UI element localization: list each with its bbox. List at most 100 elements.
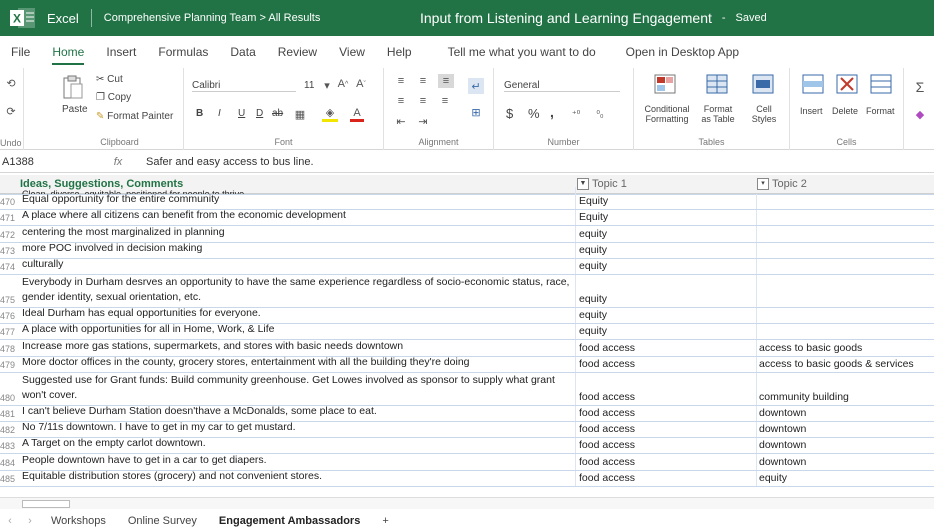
- format-cells-icon[interactable]: [870, 74, 892, 94]
- cell-topic-1[interactable]: equity: [577, 242, 757, 258]
- insert-cells-icon[interactable]: [802, 74, 824, 94]
- cell-topic-1[interactable]: Equity: [577, 194, 757, 210]
- copy-button[interactable]: ❐ Copy: [96, 92, 131, 103]
- fill-color-icon[interactable]: ◈: [322, 106, 338, 122]
- row-number[interactable]: 472: [0, 226, 19, 241]
- undo-icon[interactable]: ⟲: [2, 74, 20, 92]
- paste-button[interactable]: Paste: [62, 104, 88, 115]
- cell-comment[interactable]: Equal opportunity for the entire communi…: [20, 194, 576, 210]
- cell-topic-1[interactable]: food access: [577, 454, 757, 470]
- cell-topic-2[interactable]: [757, 243, 934, 258]
- cut-button[interactable]: ✂ Cut: [96, 74, 123, 85]
- tab-help[interactable]: Help: [376, 38, 423, 66]
- format-as-table-button[interactable]: Format as Table: [696, 104, 740, 124]
- cell-comment[interactable]: No 7/11s downtown. I have to get in my c…: [20, 422, 576, 438]
- merge-center-icon[interactable]: ⊞: [468, 104, 484, 120]
- cell-topic-2[interactable]: [757, 259, 934, 274]
- row-number[interactable]: 479: [0, 357, 19, 372]
- cell-topic-1[interactable]: equity: [577, 275, 757, 307]
- cell-topic-2[interactable]: [757, 324, 934, 339]
- row-number[interactable]: 471: [0, 210, 19, 225]
- row-number[interactable]: 484: [0, 454, 19, 469]
- cell-topic-2[interactable]: downtown: [757, 438, 934, 453]
- number-format-select[interactable]: General: [504, 80, 620, 92]
- cell-comment[interactable]: Everybody in Durham desrves an opportuni…: [20, 275, 576, 307]
- scrollbar-thumb[interactable]: [22, 500, 70, 508]
- underline-button[interactable]: U: [238, 108, 245, 119]
- increase-indent-icon[interactable]: ⇥: [416, 114, 430, 128]
- tab-data[interactable]: Data: [219, 38, 266, 66]
- cell-comment[interactable]: Suggested use for Grant funds: Build com…: [20, 372, 576, 405]
- cell-topic-1[interactable]: food access: [577, 470, 757, 486]
- row-number[interactable]: 473: [0, 243, 19, 258]
- cell-topic-1[interactable]: equity: [577, 258, 757, 274]
- shrink-font-icon[interactable]: Aˇ: [354, 76, 368, 92]
- currency-button[interactable]: $: [506, 106, 513, 121]
- row-number[interactable]: 480: [0, 373, 19, 405]
- cell-topic-2[interactable]: equity: [757, 471, 934, 486]
- cell-comment[interactable]: Ideal Durham has equal opportunities for…: [20, 308, 576, 324]
- tab-home[interactable]: Home: [41, 38, 95, 66]
- cell-comment[interactable]: Increase more gas stations, supermarkets…: [20, 340, 576, 356]
- horizontal-scrollbar[interactable]: [0, 497, 934, 509]
- cell-topic-2[interactable]: community building: [757, 373, 934, 405]
- increase-decimal-icon[interactable]: ⁺⁰: [568, 106, 584, 122]
- conditional-formatting-icon[interactable]: [654, 74, 676, 94]
- cell-styles-button[interactable]: Cell Styles: [746, 104, 782, 124]
- tab-insert[interactable]: Insert: [95, 38, 147, 66]
- font-family-select[interactable]: Calibri: [192, 80, 296, 92]
- format-painter-button[interactable]: ✎ Format Painter: [96, 111, 173, 122]
- autosum-icon[interactable]: Σ: [912, 78, 928, 96]
- insert-cells-button[interactable]: Insert: [800, 106, 823, 116]
- cell-comment[interactable]: Equitable distribution stores (grocery) …: [20, 470, 576, 486]
- sheet-tab-engagement-ambassadors[interactable]: Engagement Ambassadors: [208, 515, 371, 527]
- format-cells-button[interactable]: Format: [866, 106, 895, 116]
- conditional-formatting-button[interactable]: Conditional Formatting: [640, 104, 694, 124]
- cell-topic-2[interactable]: [757, 210, 934, 225]
- add-sheet-button[interactable]: +: [371, 515, 399, 527]
- cell-comment[interactable]: More doctor offices in the county, groce…: [20, 356, 576, 372]
- cell-topic-1[interactable]: food access: [577, 405, 757, 421]
- row-number[interactable]: 485: [0, 471, 19, 486]
- cell-topic-1[interactable]: food access: [577, 340, 757, 356]
- paste-icon[interactable]: [62, 74, 84, 100]
- cell-comment[interactable]: A Target on the empty carlot downtown.: [20, 438, 576, 454]
- tab-review[interactable]: Review: [267, 38, 328, 66]
- decrease-decimal-icon[interactable]: ⁰₀: [592, 106, 608, 122]
- align-middle-icon[interactable]: ≡: [416, 74, 430, 88]
- cell-topic-1[interactable]: food access: [577, 372, 757, 405]
- cell-topic-1[interactable]: food access: [577, 356, 757, 372]
- row-number[interactable]: 470: [0, 194, 19, 209]
- delete-cells-icon[interactable]: [836, 74, 858, 94]
- open-in-desktop-app[interactable]: Open in Desktop App: [615, 38, 750, 66]
- cell-comment[interactable]: more POC involved in decision making: [20, 242, 576, 258]
- name-box[interactable]: A1388: [0, 156, 90, 168]
- comma-button[interactable]: ,: [550, 104, 554, 120]
- row-number[interactable]: 474: [0, 259, 19, 274]
- align-top-icon[interactable]: ≡: [394, 74, 408, 88]
- chevron-down-icon[interactable]: ▾: [322, 78, 332, 92]
- excel-logo-icon[interactable]: X: [9, 6, 37, 30]
- cell-comment[interactable]: A place where all citizens can benefit f…: [20, 210, 576, 226]
- font-size-select[interactable]: 11: [304, 80, 314, 91]
- cell-comment[interactable]: People downtown have to get in a car to …: [20, 454, 576, 470]
- grow-font-icon[interactable]: A ^: [336, 76, 350, 92]
- cell-topic-2[interactable]: downtown: [757, 406, 934, 421]
- tell-me-search[interactable]: Tell me what you want to do: [437, 38, 607, 66]
- font-color-icon[interactable]: A: [350, 106, 364, 122]
- breadcrumb[interactable]: Comprehensive Planning Team > All Result…: [104, 12, 321, 24]
- cell-topic-2[interactable]: access to basic goods & services: [757, 357, 934, 372]
- percent-button[interactable]: %: [528, 106, 540, 121]
- cell-topic-1[interactable]: food access: [577, 438, 757, 454]
- row-number[interactable]: 475: [0, 275, 19, 307]
- strikethrough-button[interactable]: ab: [272, 108, 283, 119]
- align-right-icon[interactable]: ≡: [438, 94, 452, 108]
- chevron-right-icon[interactable]: ›: [20, 515, 40, 527]
- row-number[interactable]: 482: [0, 422, 19, 437]
- tab-view[interactable]: View: [328, 38, 376, 66]
- clear-icon[interactable]: ◆: [912, 106, 928, 122]
- cell-topic-1[interactable]: Equity: [577, 210, 757, 226]
- wrap-text-icon[interactable]: ↵: [468, 78, 484, 94]
- row-number[interactable]: 476: [0, 308, 19, 323]
- borders-icon[interactable]: ▦: [292, 106, 308, 122]
